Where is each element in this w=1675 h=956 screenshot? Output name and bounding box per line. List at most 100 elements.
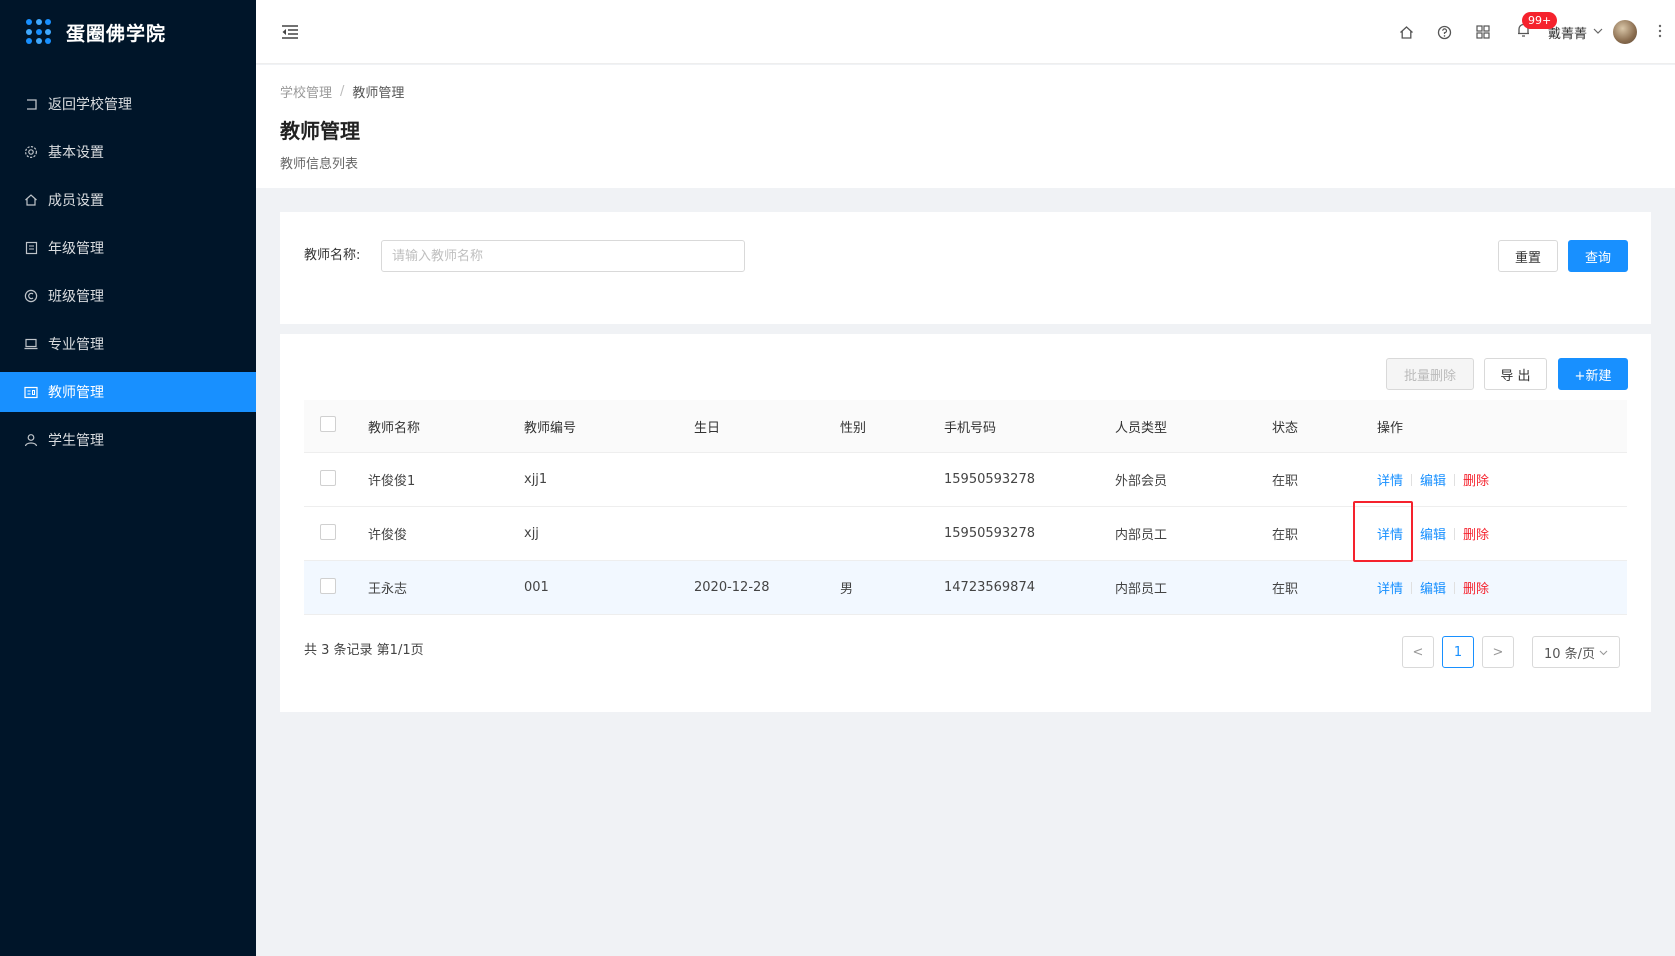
select-all-checkbox[interactable] [320, 416, 336, 432]
return-icon [24, 97, 38, 111]
detail-link[interactable]: 详情 [1377, 470, 1403, 489]
sidebar-item-class[interactable]: 班级管理 [0, 276, 256, 316]
divider [1454, 527, 1456, 540]
sidebar-item-grade[interactable]: 年级管理 [0, 228, 256, 268]
column-header: 教师编号 [524, 420, 577, 436]
chevron-left-icon: < [1412, 644, 1424, 660]
divider [1454, 581, 1456, 594]
prev-page-button[interactable]: < [1402, 636, 1434, 668]
edit-link[interactable]: 编辑 [1420, 524, 1446, 543]
column-header: 教师名称 [368, 420, 421, 436]
table-row: 许俊俊1 xjj1 15950593278 外部会员 在职 详情 编辑 删除 [304, 453, 1627, 507]
table-row: 王永志 001 2020-12-28 男 14723569874 内部员工 在职… [304, 561, 1627, 615]
chevron-right-icon: > [1492, 644, 1504, 660]
table-row: 许俊俊 xjj 15950593278 内部员工 在职 详情 编辑 删除 [304, 507, 1627, 561]
laptop-icon [24, 337, 38, 351]
logo-grid-icon [26, 19, 52, 45]
delete-link[interactable]: 删除 [1463, 470, 1489, 489]
teacher-no-cell: xjj [524, 526, 539, 541]
sidebar: 蛋圈佛学院 返回学校管理 基本设置 成员设置 年级管理 班级管理 专业管理 教师… [0, 0, 256, 956]
notification-badge: 99+ [1521, 12, 1558, 29]
detail-link[interactable]: 详情 [1377, 578, 1403, 597]
header-actions: 99+ 戴菁菁 [1388, 0, 1675, 64]
sidebar-item-student[interactable]: 学生管理 [0, 420, 256, 460]
teacher-name-cell: 许俊俊 [368, 528, 408, 543]
sidebar-item-basic-settings[interactable]: 基本设置 [0, 132, 256, 172]
type-cell: 外部会员 [1115, 474, 1168, 489]
page-1-button[interactable]: 1 [1442, 636, 1474, 668]
logo[interactable]: 蛋圈佛学院 [0, 0, 256, 64]
divider [1411, 581, 1413, 594]
phone-cell: 15950593278 [944, 472, 1035, 487]
sidebar-item-member-settings[interactable]: 成员设置 [0, 180, 256, 220]
teacher-no-cell: xjj1 [524, 472, 548, 487]
row-checkbox[interactable] [320, 577, 336, 594]
sidebar-item-label: 学生管理 [48, 433, 104, 449]
avatar [1613, 20, 1637, 44]
top-header: 99+ 戴菁菁 [256, 0, 1675, 64]
table-card: 批量删除 导 出 +新建 教师名称 教师编号 生日 性别 手机号码 人员类型 状… [280, 334, 1651, 712]
delete-link[interactable]: 删除 [1463, 524, 1489, 543]
teacher-name-input[interactable] [381, 240, 745, 272]
sidebar-item-label: 专业管理 [48, 337, 104, 353]
page-title: 教师管理 [280, 119, 360, 143]
chevron-down-icon [1593, 27, 1603, 38]
batch-delete-button[interactable]: 批量删除 [1386, 358, 1474, 390]
column-header: 生日 [694, 420, 721, 436]
sidebar-item-label: 基本设置 [48, 145, 104, 161]
edit-link[interactable]: 编辑 [1420, 470, 1446, 489]
status-cell: 在职 [1272, 528, 1299, 543]
actions-cell: 详情 编辑 删除 [1377, 470, 1627, 489]
row-checkbox[interactable] [320, 523, 336, 540]
home-icon[interactable] [1388, 0, 1426, 64]
status-cell: 在职 [1272, 474, 1299, 489]
type-cell: 内部员工 [1115, 582, 1168, 597]
user-menu[interactable]: 戴菁菁 [1546, 0, 1645, 64]
gear-icon [24, 145, 38, 159]
apps-grid-icon[interactable] [1464, 0, 1502, 64]
edit-link[interactable]: 编辑 [1420, 578, 1446, 597]
idcard-icon [24, 385, 38, 399]
grade-icon [24, 241, 38, 255]
detail-link[interactable]: 详情 [1377, 524, 1403, 543]
help-icon[interactable] [1426, 0, 1464, 64]
sidebar-item-label: 教师管理 [48, 385, 104, 401]
divider [1411, 527, 1413, 540]
menu-fold-icon[interactable] [280, 22, 300, 42]
column-header: 手机号码 [944, 420, 997, 436]
delete-link[interactable]: 删除 [1463, 578, 1489, 597]
breadcrumb-parent[interactable]: 学校管理 [280, 82, 332, 101]
column-header: 性别 [840, 420, 867, 436]
actions-cell: 详情 编辑 删除 [1377, 578, 1627, 597]
column-header: 状态 [1272, 420, 1299, 436]
teacher-no-cell: 001 [524, 580, 549, 595]
next-page-button[interactable]: > [1482, 636, 1514, 668]
sidebar-item-major[interactable]: 专业管理 [0, 324, 256, 364]
reset-button[interactable]: 重置 [1498, 240, 1558, 272]
row-checkbox[interactable] [320, 469, 336, 486]
table-header: 教师名称 教师编号 生日 性别 手机号码 人员类型 状态 操作 [304, 400, 1627, 453]
column-header: 人员类型 [1115, 420, 1168, 436]
page-size-select[interactable]: 10 条/页 [1532, 636, 1620, 668]
actions-cell: 详情 编辑 删除 [1377, 524, 1627, 543]
search-card: 教师名称: 重置 查询 [280, 212, 1651, 324]
more-vertical-icon[interactable] [1645, 23, 1675, 42]
sidebar-menu: 返回学校管理 基本设置 成员设置 年级管理 班级管理 专业管理 教师管理 学生管… [0, 84, 256, 460]
page-header: 学校管理 / 教师管理 教师管理 教师信息列表 [256, 65, 1675, 188]
chevron-down-icon [1599, 645, 1608, 660]
breadcrumb: 学校管理 / 教师管理 [280, 82, 404, 101]
sidebar-item-label: 班级管理 [48, 289, 104, 305]
notification-button[interactable]: 99+ [1502, 0, 1558, 64]
teacher-name-cell: 许俊俊1 [368, 474, 416, 489]
export-button[interactable]: 导 出 [1484, 358, 1547, 390]
column-header: 操作 [1377, 420, 1404, 436]
type-cell: 内部员工 [1115, 528, 1168, 543]
query-button[interactable]: 查询 [1568, 240, 1628, 272]
new-button[interactable]: +新建 [1558, 358, 1628, 390]
sidebar-item-return[interactable]: 返回学校管理 [0, 84, 256, 124]
teacher-name-label: 教师名称: [304, 248, 361, 263]
status-cell: 在职 [1272, 582, 1299, 597]
sidebar-item-teacher[interactable]: 教师管理 [0, 372, 256, 412]
phone-cell: 14723569874 [944, 580, 1035, 595]
page-subtitle: 教师信息列表 [280, 157, 359, 172]
